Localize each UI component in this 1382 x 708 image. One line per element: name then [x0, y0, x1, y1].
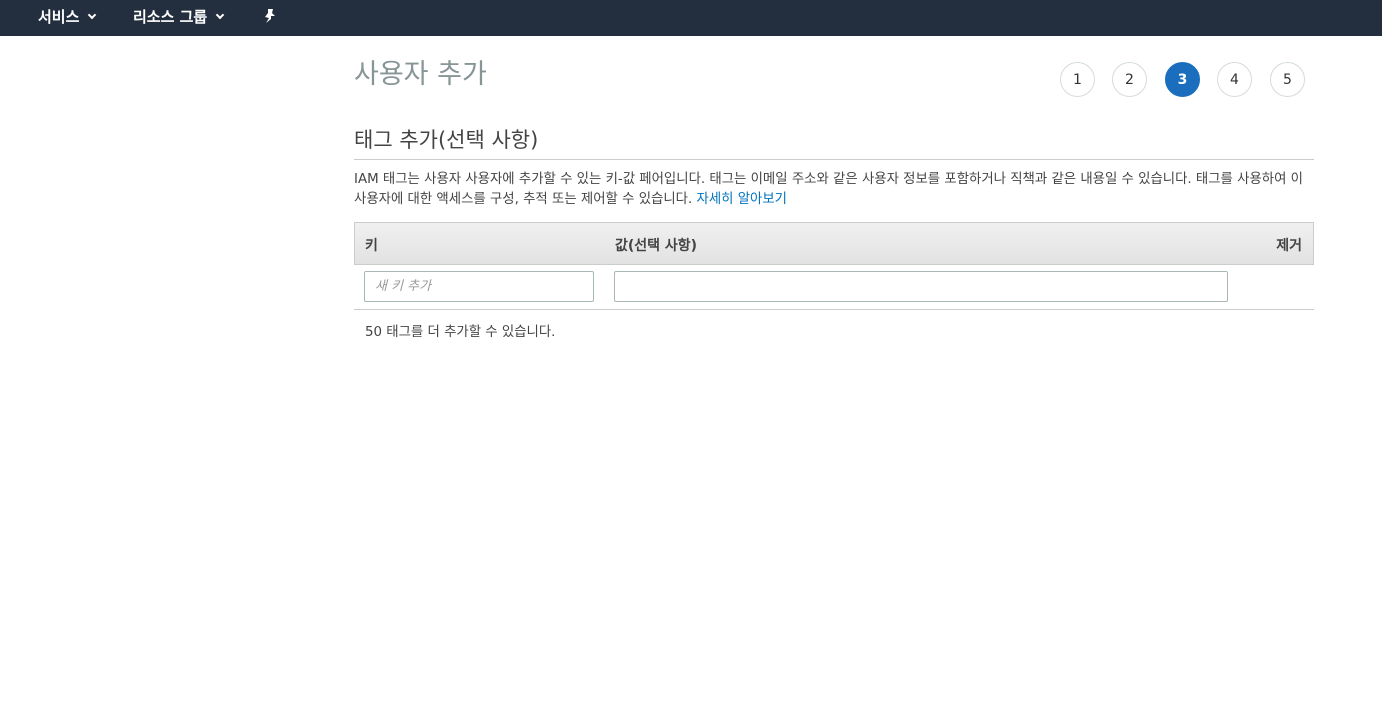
table-row: [354, 265, 1314, 310]
pin-icon[interactable]: [263, 5, 277, 27]
table-header: 키 값(선택 사항) 제거: [354, 222, 1314, 265]
step-3[interactable]: 3: [1165, 62, 1200, 97]
step-4[interactable]: 4: [1217, 62, 1252, 97]
services-label: 서비스: [38, 7, 80, 26]
column-header-value: 값(선택 사항): [615, 238, 698, 254]
services-menu-button[interactable]: 서비스: [38, 5, 97, 27]
step-1[interactable]: 1: [1060, 62, 1095, 97]
resource-groups-label: 리소스 그룹: [133, 7, 208, 26]
pin-icon-svg: [265, 9, 275, 23]
section-description: IAM 태그는 사용자 사용자에 추가할 수 있는 키-값 페어입니다. 태그는…: [354, 170, 1314, 210]
tag-value-input[interactable]: [614, 271, 1228, 302]
column-header-key: 키: [365, 238, 378, 254]
top-nav-bar: 서비스 리소스 그룹: [0, 0, 1382, 36]
column-header-remove: 제거: [1276, 238, 1302, 254]
tag-key-input[interactable]: [364, 271, 594, 302]
chevron-down-icon: [88, 10, 97, 19]
remaining-tags-text: 50 태그를 더 추가할 수 있습니다.: [365, 325, 556, 340]
resource-groups-menu-button[interactable]: 리소스 그룹: [133, 5, 225, 27]
section-divider: [354, 159, 1314, 160]
learn-more-link[interactable]: 자세히 알아보기: [697, 192, 788, 207]
step-5[interactable]: 5: [1270, 62, 1305, 97]
step-2[interactable]: 2: [1112, 62, 1147, 97]
description-text: IAM 태그는 사용자 사용자에 추가할 수 있는 키-값 페어입니다. 태그는…: [354, 172, 1303, 207]
section-title: 태그 추가(선택 사항): [354, 128, 539, 152]
page-title: 사용자 추가: [354, 59, 487, 90]
tag-table: 키 값(선택 사항) 제거: [354, 222, 1314, 310]
chevron-down-icon: [215, 10, 225, 19]
